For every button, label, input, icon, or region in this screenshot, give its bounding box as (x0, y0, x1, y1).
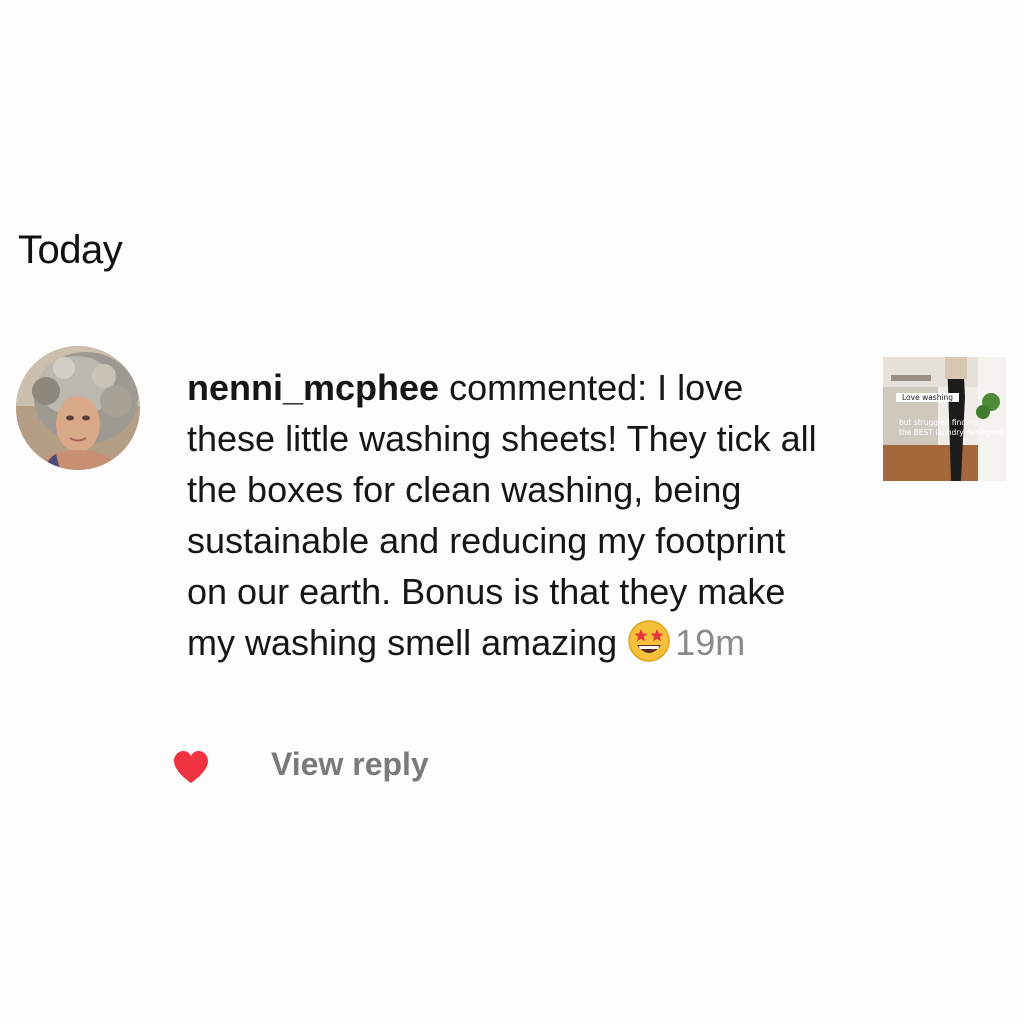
view-reply-button[interactable]: View reply (271, 746, 429, 783)
thumbnail-caption-2: but struggled finding (899, 418, 978, 427)
star-struck-emoji (628, 620, 670, 662)
heart-icon[interactable] (172, 750, 210, 784)
comment-text: nenni_mcphee commented: I love these lit… (187, 362, 827, 668)
comment-time: 19m (675, 622, 746, 663)
comment-actions: View reply (0, 740, 1024, 800)
username-link[interactable]: nenni_mcphee (187, 367, 439, 408)
action-text: commented: (439, 367, 658, 408)
comment-body: I love these little washing sheets! They… (187, 367, 817, 663)
section-title: Today (18, 228, 123, 272)
thumbnail-caption-3: the BEST laundry detergent (899, 428, 1004, 437)
user-avatar[interactable] (16, 346, 140, 470)
avatar-image (16, 346, 140, 470)
thumbnail-caption-1: Love washing (896, 393, 960, 402)
activity-page: Today nenni_mcphee commented: I love the… (0, 0, 1024, 1024)
post-thumbnail[interactable]: Love washing but struggled finding the B… (883, 357, 1006, 481)
